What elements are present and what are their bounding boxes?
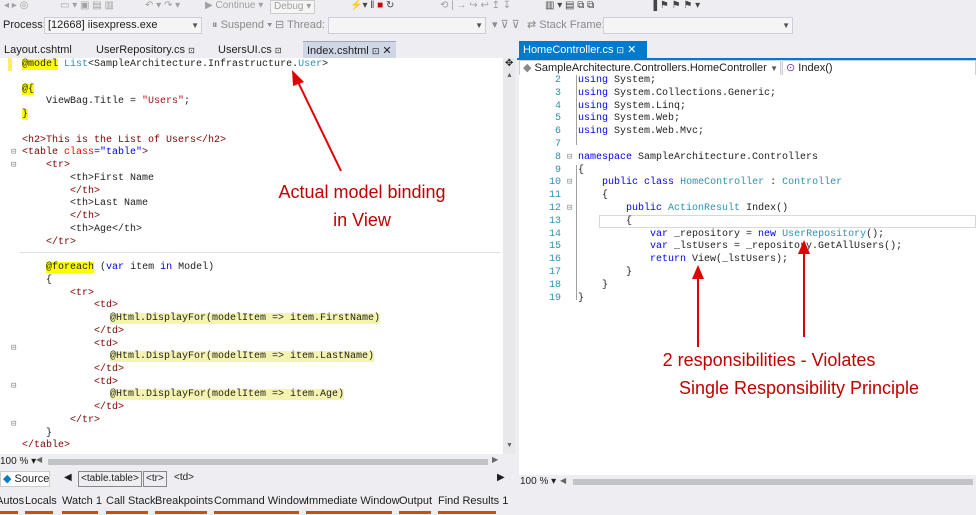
chevron-down-icon: ▼ — [782, 21, 790, 30]
pin-icon[interactable]: ⊡ — [275, 46, 282, 55]
tab-locals[interactable]: Locals — [25, 493, 57, 509]
method-icon: ⊙ — [786, 62, 796, 74]
pin-icon[interactable]: ⊡ — [372, 46, 380, 56]
tab-immediate-window[interactable]: Immediate Window — [306, 493, 400, 509]
scroll-left-icon[interactable]: ◀ — [36, 455, 42, 464]
close-icon[interactable]: ✕ — [627, 44, 636, 56]
breadcrumb-forward-icon[interactable]: ▶ — [497, 472, 505, 483]
tab-underline-stripe — [0, 509, 976, 515]
horizontal-scrollbar-thumb[interactable] — [573, 479, 973, 485]
pin-icon[interactable]: ⊡ — [617, 45, 625, 55]
continue-button[interactable]: ▶ Continue ▾ — [205, 0, 263, 14]
right-tab-row: HomeController.cs ⊡ ✕ — [517, 41, 976, 59]
bookmark-icon[interactable]: ▐ ⚑ ⚑ ⚑ ▾ — [650, 0, 700, 14]
breadcrumb-table[interactable]: <table.table> — [78, 471, 142, 487]
tab-layout[interactable]: Layout.cshtml — [0, 41, 76, 59]
debug-location-bar: Process: [12668] iisexpress.exe ▼ ⏸ Suspe… — [0, 16, 976, 36]
zoom-level[interactable]: 100 % ▾ — [0, 453, 36, 471]
tab-command-window[interactable]: Command Window — [214, 493, 307, 509]
source-view-button[interactable]: ◆ Source — [0, 471, 50, 487]
annotation-line-1: 2 responsibilities - Violates — [662, 350, 876, 370]
config-dropdown[interactable]: Debug ▾ — [270, 0, 316, 14]
tab-output[interactable]: Output — [399, 493, 432, 509]
thread-label: ⊟ Thread: — [275, 19, 325, 31]
suspend-button[interactable]: ⏸ Suspend ▾ — [212, 16, 272, 34]
class-icon: ◆ — [523, 62, 532, 74]
source-icon: ◆ — [3, 473, 12, 485]
left-zoom-bar: 100 % ▾ ◀ ▶ — [0, 455, 515, 469]
scroll-down-icon[interactable]: ▼ — [506, 442, 513, 449]
tab-homecontroller[interactable]: HomeController.cs ⊡ ✕ — [519, 41, 647, 59]
breadcrumb-tr[interactable]: <tr> — [143, 471, 167, 487]
process-label: Process: — [3, 19, 46, 31]
back-icon[interactable]: ◂ ▸ ◎ — [4, 0, 28, 14]
right-zoom-bar: 100 % ▾ ◀ — [517, 475, 976, 489]
process-combo[interactable]: [12668] iisexpress.exe ▼ — [44, 17, 202, 34]
left-breadcrumb-bar: ◆ Source ◀ <table.table> <tr> <td> ▶ — [0, 470, 515, 488]
step-over-icon[interactable]: ⟲ | → ↪ ↩ ↥ ↧ — [440, 0, 511, 14]
zoom-level[interactable]: 100 % ▾ — [520, 473, 556, 491]
horizontal-scrollbar-thumb[interactable] — [48, 459, 488, 465]
tab-breakpoints[interactable]: Breakpoints — [155, 493, 213, 509]
new-file-icon[interactable]: ▭ ▾ ▣ ▤ ▥ — [60, 0, 114, 14]
split-icon[interactable]: ✥ — [505, 58, 513, 69]
tab-userrepository[interactable]: UserRepository.cs ⊡ — [92, 41, 199, 59]
hex-icon[interactable]: ▥ ▾ ▤ ⧉ ⧉ — [545, 0, 594, 14]
left-vertical-scrollbar[interactable]: ✥ ▲ ▼ — [503, 58, 515, 454]
tab-watch-1[interactable]: Watch 1 — [62, 493, 102, 509]
annotation-arrow — [292, 70, 342, 172]
scroll-up-icon[interactable]: ▲ — [506, 72, 513, 79]
chevron-down-icon: ▼ — [191, 21, 199, 30]
tab-autos[interactable]: Autos — [0, 493, 24, 509]
left-code-editor[interactable]: ⊟ ⊟ ⊟ ⊟ ⊟ @model List<SampleArchitecture… — [0, 58, 503, 454]
step-icons[interactable]: ⚡▾ ‖ ■ ↻ — [350, 0, 394, 14]
tab-index-cshtml[interactable]: Index.cshtml ⊡ ✕ — [303, 41, 396, 59]
stack-frame-combo[interactable]: ▼ — [603, 17, 793, 34]
right-code-editor[interactable]: 2 3 4 5 6 7 8 9 10 11 12 13 14 15 16 17 … — [519, 75, 976, 475]
stack-frame-label: ⇄ Stack Frame: — [527, 19, 605, 31]
close-icon[interactable]: ✕ — [382, 45, 391, 57]
left-tab-row: Layout.cshtml UserRepository.cs ⊡ UsersU… — [0, 41, 510, 59]
annotation-arrows — [692, 240, 810, 347]
annotation-line-2: Single Responsibility Principle — [678, 378, 920, 398]
chevron-down-icon: ▼ — [475, 21, 483, 30]
tab-find-results-1[interactable]: Find Results 1 — [438, 493, 508, 509]
scroll-right-icon[interactable]: ▶ — [492, 455, 498, 464]
scroll-left-icon[interactable]: ◀ — [560, 476, 566, 485]
undo-icon[interactable]: ↶ ▾ ↷ ▾ — [145, 0, 180, 14]
tab-call-stack[interactable]: Call Stack — [106, 493, 156, 509]
breadcrumb-back-icon[interactable]: ◀ — [64, 472, 72, 483]
chevron-down-icon: ▼ — [770, 64, 778, 73]
debug-toolbar: ◂ ▸ ◎ ▭ ▾ ▣ ▤ ▥ ↶ ▾ ↷ ▾ ▶ Continue ▾ Deb… — [0, 0, 976, 14]
thread-combo[interactable]: ▼ — [328, 17, 486, 34]
pin-icon[interactable]: ⊡ — [188, 46, 195, 55]
filter-icon[interactable]: ▾ ⊽ ⊽ — [492, 16, 520, 34]
breadcrumb-td[interactable]: <td> — [172, 471, 196, 485]
tab-usersui[interactable]: UsersUI.cs ⊡ — [214, 41, 286, 59]
